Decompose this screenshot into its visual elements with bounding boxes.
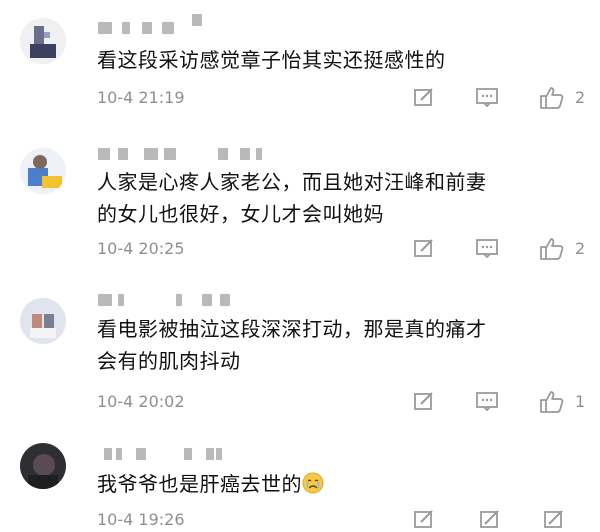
edit-icon[interactable] — [543, 508, 565, 532]
comment-time: 10-4 20:25 — [97, 239, 185, 258]
like-count: 2 — [575, 239, 586, 258]
comment-text-line: 的女儿也很好，女儿才会叫她妈 — [97, 202, 384, 226]
comment-meta: 10-4 20:02 1 — [97, 390, 592, 414]
comment-bubble-icon[interactable] — [475, 237, 499, 261]
avatar[interactable] — [20, 298, 66, 344]
thumbs-up-icon[interactable] — [539, 237, 565, 261]
username[interactable] — [98, 294, 248, 308]
comment-text-line: 看电影被抽泣这段深深打动，那是真的痛才 — [97, 317, 487, 341]
comment-meta: 10-4 20:25 2 — [97, 237, 592, 261]
comment-text-line: 人家是心疼人家老公，而且她对汪峰和前妻 — [97, 170, 487, 194]
comment-text: 看电影被抽泣这段深深打动，那是真的痛才 会有的肌肉抖动 — [97, 313, 587, 377]
avatar[interactable] — [20, 148, 66, 194]
comment-text: 人家是心疼人家老公，而且她对汪峰和前妻 的女儿也很好，女儿才会叫她妈 — [97, 166, 587, 230]
comment-text-line: 会有的肌肉抖动 — [97, 349, 241, 373]
comment-meta: 10-4 19:26 — [97, 508, 592, 532]
comment-text-content: 我爷爷也是肝癌去世的 — [97, 472, 302, 496]
crying-face-icon — [302, 471, 324, 503]
username[interactable] — [98, 14, 218, 36]
comment-bubble-icon[interactable] — [475, 390, 499, 414]
like-count: 2 — [575, 88, 586, 107]
comment-time: 10-4 20:02 — [97, 392, 185, 411]
comment-text: 我爷爷也是肝癌去世的 — [97, 468, 587, 503]
username[interactable] — [98, 448, 228, 462]
edit-icon[interactable] — [479, 508, 501, 532]
thumbs-up-icon[interactable] — [539, 390, 565, 414]
edit-icon[interactable] — [413, 86, 435, 110]
username[interactable] — [98, 148, 268, 162]
comment-time: 10-4 21:19 — [97, 88, 185, 107]
comment-meta: 10-4 21:19 2 — [97, 86, 592, 110]
edit-icon[interactable] — [413, 237, 435, 261]
comment-bubble-icon[interactable] — [475, 86, 499, 110]
comment-text: 看这段采访感觉章子怡其实还挺感性的 — [97, 48, 446, 72]
comment-time: 10-4 19:26 — [97, 510, 185, 529]
avatar[interactable] — [20, 18, 66, 64]
like-count: 1 — [575, 392, 586, 411]
avatar[interactable] — [20, 443, 66, 489]
thumbs-up-icon[interactable] — [539, 86, 565, 110]
edit-icon[interactable] — [413, 508, 435, 532]
edit-icon[interactable] — [413, 390, 435, 414]
